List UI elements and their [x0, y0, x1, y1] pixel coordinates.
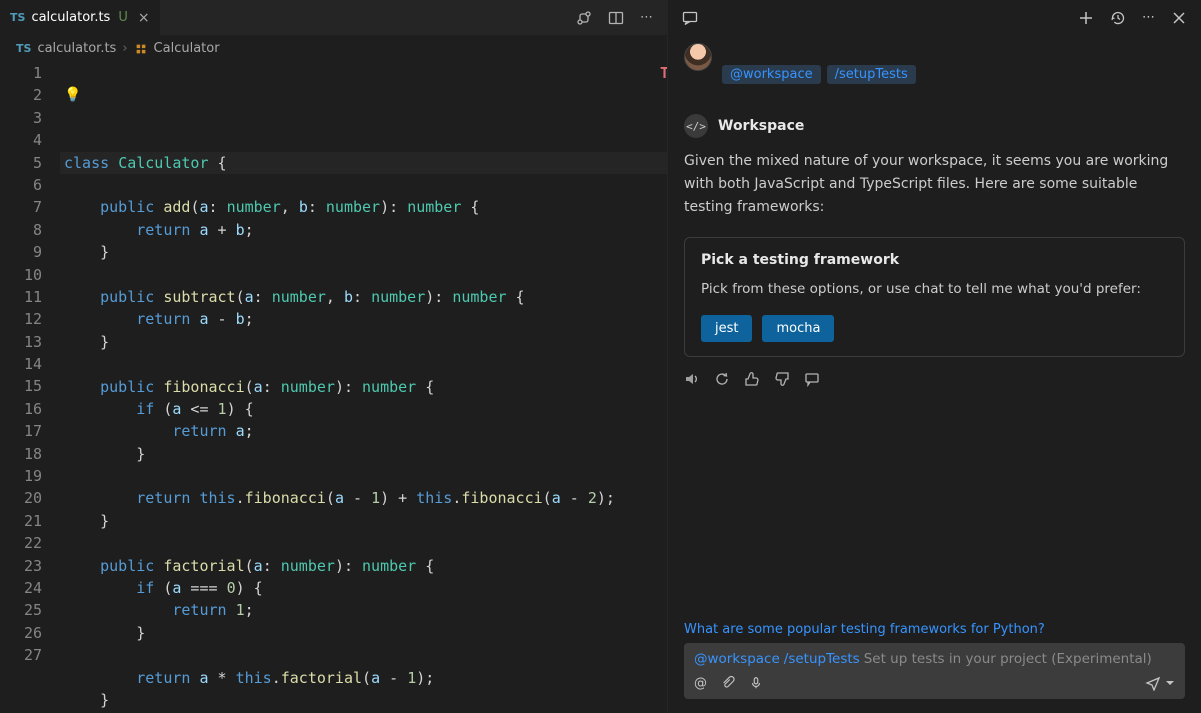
typescript-icon: TS: [10, 11, 25, 24]
ai-cursor-indicator: T: [660, 62, 667, 84]
more-icon[interactable]: ⋯: [640, 10, 653, 26]
comment-icon[interactable]: [804, 371, 820, 387]
user-avatar: [684, 43, 712, 71]
breadcrumb[interactable]: TS calculator.ts › Calculator: [0, 35, 667, 62]
microphone-icon[interactable]: [749, 676, 763, 690]
tab-actions: ⋯: [576, 10, 667, 26]
user-chips: @workspace/setupTests: [722, 43, 916, 84]
chevron-right-icon: ›: [122, 41, 127, 56]
card-options: jest mocha: [701, 315, 1168, 342]
framework-card: Pick a testing framework Pick from these…: [684, 237, 1185, 356]
tab-bar: TS calculator.ts U × ⋯: [0, 0, 667, 35]
chat-footer: What are some popular testing frameworks…: [668, 614, 1201, 713]
framework-option-button[interactable]: mocha: [762, 315, 834, 342]
chat-input-toolbar: @: [694, 675, 1175, 691]
agent-message: Given the mixed nature of your workspace…: [684, 150, 1185, 219]
mention-icon[interactable]: @: [694, 676, 707, 691]
code-editor[interactable]: 1234567891011121314151617181920212223242…: [0, 62, 667, 713]
lightbulb-icon[interactable]: 💡: [64, 84, 81, 106]
thumbs-up-icon[interactable]: [744, 371, 760, 387]
user-message: @workspace/setupTests: [684, 43, 1185, 84]
code-content[interactable]: 💡 T class Calculator { public add(a: num…: [60, 62, 667, 713]
retry-icon[interactable]: [714, 371, 730, 387]
compare-changes-icon[interactable]: [576, 10, 592, 26]
code-icon: </>: [684, 114, 708, 138]
framework-option-button[interactable]: jest: [701, 315, 752, 342]
split-editor-icon[interactable]: [608, 10, 624, 26]
close-icon[interactable]: [1171, 10, 1187, 26]
line-number-gutter: 1234567891011121314151617181920212223242…: [0, 62, 60, 713]
chat-view-icon[interactable]: [682, 10, 698, 26]
more-icon[interactable]: ⋯: [1142, 10, 1155, 25]
agent-name: Workspace: [718, 118, 804, 134]
message-actions: [684, 371, 1185, 387]
chat-input[interactable]: @workspace /setupTests Set up tests in y…: [684, 643, 1185, 699]
close-tab-icon[interactable]: ×: [138, 11, 150, 25]
card-title: Pick a testing framework: [701, 252, 1168, 268]
chat-chip[interactable]: @workspace: [722, 65, 821, 84]
chevron-down-icon[interactable]: [1165, 678, 1175, 688]
chat-input-text[interactable]: @workspace /setupTests Set up tests in y…: [694, 651, 1175, 667]
breadcrumb-file[interactable]: calculator.ts: [37, 41, 116, 56]
thumbs-down-icon[interactable]: [774, 371, 790, 387]
input-workspace-chip: @workspace: [694, 651, 780, 667]
breadcrumb-symbol[interactable]: Calculator: [154, 41, 220, 56]
editor-tab[interactable]: TS calculator.ts U ×: [0, 0, 161, 35]
suggestion-link[interactable]: What are some popular testing frameworks…: [684, 622, 1185, 637]
input-command-chip: /setupTests: [784, 651, 860, 667]
chat-header: ⋯: [668, 0, 1201, 35]
tab-filename: calculator.ts: [31, 10, 110, 25]
chat-body: @workspace/setupTests </> Workspace Give…: [668, 35, 1201, 614]
new-chat-icon[interactable]: [1078, 10, 1094, 26]
send-button[interactable]: [1145, 675, 1175, 691]
chat-pane: ⋯ @workspace/setupTests </> Workspace Gi…: [668, 0, 1201, 713]
card-subtitle: Pick from these options, or use chat to …: [701, 278, 1168, 300]
attach-icon[interactable]: [721, 676, 735, 690]
read-aloud-icon[interactable]: [684, 371, 700, 387]
agent-header: </> Workspace: [684, 114, 1185, 138]
editor-pane: TS calculator.ts U × ⋯ TS calculator.ts …: [0, 0, 668, 713]
class-icon: [134, 42, 148, 56]
input-placeholder-text: Set up tests in your project (Experiment…: [864, 651, 1152, 667]
chat-chip[interactable]: /setupTests: [827, 65, 916, 84]
history-icon[interactable]: [1110, 10, 1126, 26]
typescript-icon: TS: [16, 42, 31, 55]
unsaved-indicator: U: [118, 10, 128, 25]
